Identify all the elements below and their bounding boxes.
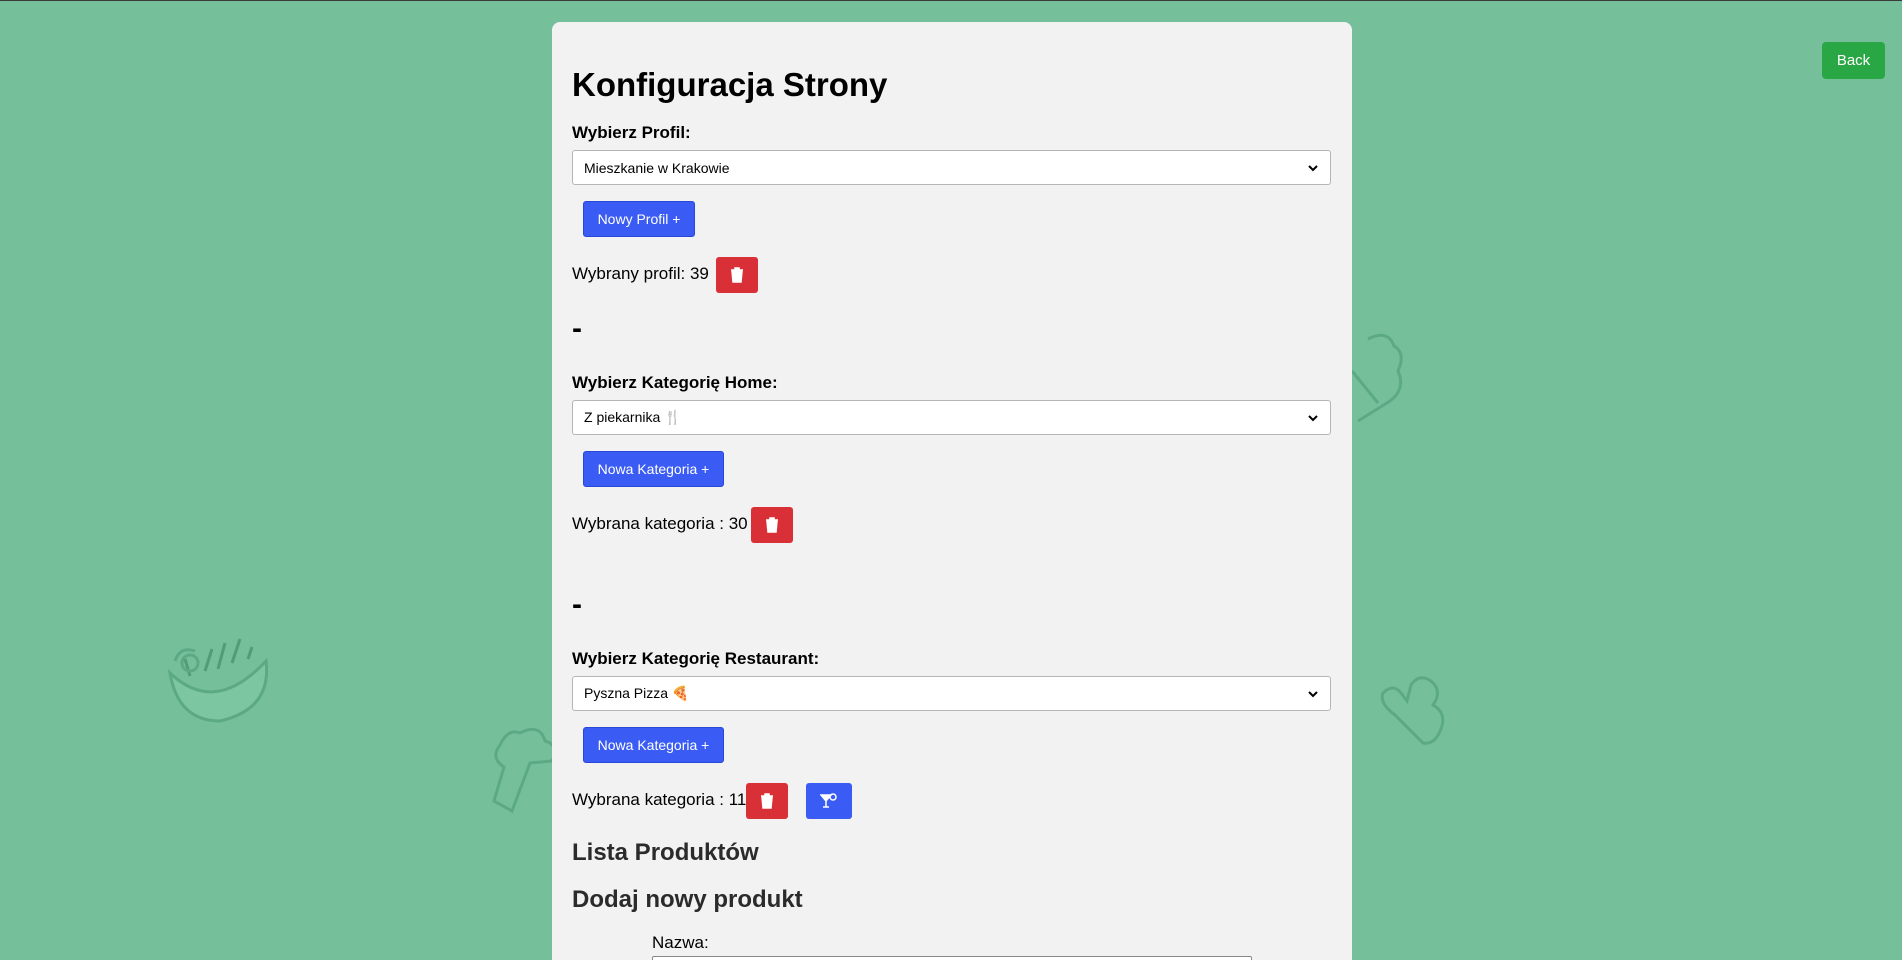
cocktail-button[interactable] bbox=[806, 783, 852, 819]
broccoli-icon bbox=[1380, 676, 1445, 745]
cocktail-icon bbox=[820, 793, 837, 808]
chevron-down-icon bbox=[1308, 165, 1318, 172]
add-product-title: Dodaj nowy produkt bbox=[572, 886, 803, 913]
trash-icon bbox=[731, 267, 743, 283]
separator: - bbox=[572, 588, 582, 621]
broccoli-icon bbox=[1350, 333, 1403, 423]
config-panel: Konfiguracja Strony Wybierz Profil: Mies… bbox=[552, 22, 1352, 960]
broccoli-icon bbox=[492, 727, 557, 814]
page-title: Konfiguracja Strony bbox=[572, 66, 888, 103]
salad-bowl-icon bbox=[167, 638, 269, 723]
home-category-select[interactable]: Z piekarnika 🍴 bbox=[572, 400, 1331, 435]
trash-icon bbox=[761, 793, 773, 809]
profile-select-value: Mieszkanie w Krakowie bbox=[584, 159, 730, 176]
products-list-title: Lista Produktów bbox=[572, 839, 759, 866]
delete-restaurant-category-button[interactable] bbox=[746, 783, 788, 819]
product-name-label: Nazwa: bbox=[652, 933, 709, 952]
back-button[interactable]: Back bbox=[1822, 42, 1885, 79]
restaurant-category-select[interactable]: Pyszna Pizza 🍕 bbox=[572, 676, 1331, 711]
restaurant-category-select-value: Pyszna Pizza 🍕 bbox=[584, 685, 690, 701]
separator: - bbox=[572, 312, 582, 345]
profile-select-label: Wybierz Profil: bbox=[572, 123, 691, 142]
restaurant-category-label: Wybierz Kategorię Restaurant: bbox=[572, 649, 820, 668]
new-profile-button[interactable]: Nowy Profil + bbox=[583, 201, 695, 237]
chevron-down-icon bbox=[1308, 415, 1318, 422]
chevron-down-icon bbox=[1308, 691, 1318, 698]
home-category-select-value: Z piekarnika 🍴 bbox=[584, 409, 682, 425]
selected-home-category-text: Wybrana kategoria : 30 bbox=[572, 514, 748, 533]
delete-profile-button[interactable] bbox=[716, 257, 758, 293]
new-restaurant-category-button[interactable]: Nowa Kategoria + bbox=[583, 727, 724, 763]
selected-restaurant-category-text: Wybrana kategoria : 11 bbox=[572, 790, 747, 809]
delete-home-category-button[interactable] bbox=[751, 507, 793, 543]
trash-icon bbox=[766, 517, 778, 533]
product-name-input[interactable] bbox=[652, 956, 1252, 960]
profile-select[interactable]: Mieszkanie w Krakowie bbox=[572, 150, 1331, 185]
new-home-category-button[interactable]: Nowa Kategoria + bbox=[583, 451, 724, 487]
home-category-label: Wybierz Kategorię Home: bbox=[572, 373, 778, 392]
selected-profile-text: Wybrany profil: 39 bbox=[572, 264, 709, 283]
